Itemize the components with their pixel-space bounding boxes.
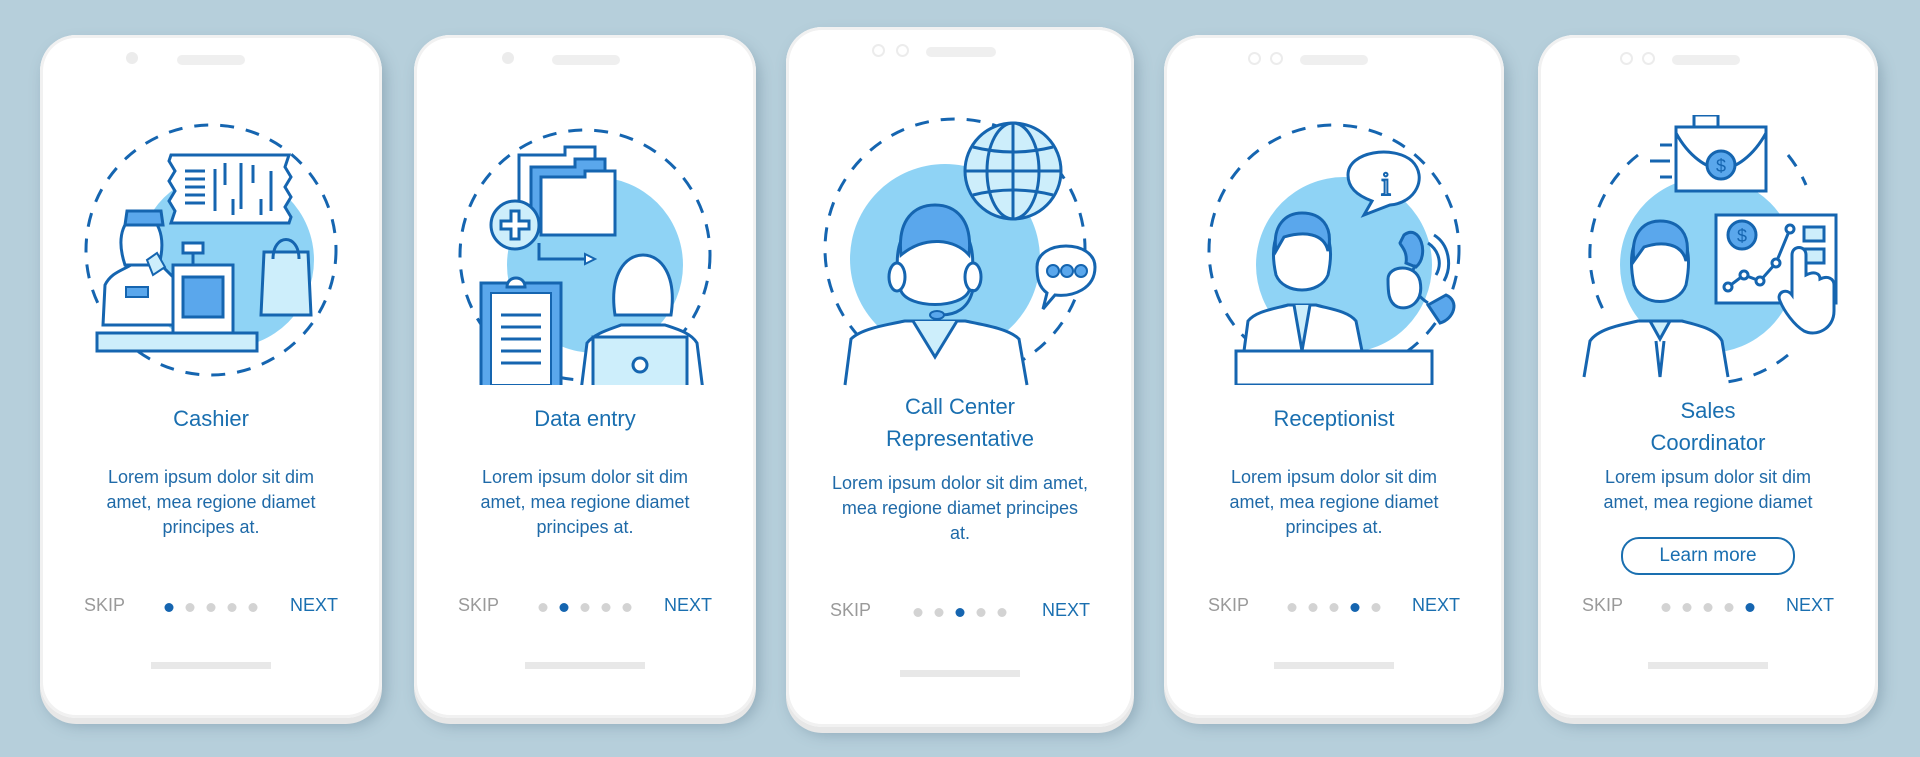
cashier-illustration <box>40 115 382 385</box>
screen-description: Lorem ipsum dolor sit dim amet, mea regi… <box>1229 467 1439 537</box>
page-dot-3[interactable] <box>1703 603 1713 612</box>
skip-button[interactable]: SKIP <box>84 595 125 616</box>
camera-ring <box>1620 52 1633 65</box>
page-dot-2[interactable] <box>559 603 569 612</box>
home-indicator <box>900 670 1020 677</box>
page-indicator <box>538 603 632 612</box>
screen-title: Cashier <box>173 406 249 431</box>
page-dot-5[interactable] <box>1371 603 1381 612</box>
sensor-ring <box>1642 52 1655 65</box>
screen-title: Sales Coordinator <box>1650 398 1766 455</box>
phone-screen-cashier: Cashier Lorem ipsum dolor sit dim amet, … <box>40 35 382 718</box>
svg-text:$: $ <box>1737 226 1747 246</box>
home-indicator <box>1648 662 1768 669</box>
page-indicator <box>164 603 258 612</box>
data-entry-illustration <box>414 115 756 385</box>
phone-screen-call-center: Call Center Representative Lorem ipsum d… <box>786 27 1134 727</box>
data-entry-icon <box>458 128 712 385</box>
page-dot-2[interactable] <box>185 603 195 612</box>
home-indicator <box>1274 662 1394 669</box>
screen-title: Data entry <box>534 406 636 431</box>
page-dot-4[interactable] <box>1350 603 1360 612</box>
skip-button[interactable]: SKIP <box>1208 595 1249 616</box>
speaker-notch <box>552 55 620 65</box>
page-dot-1[interactable] <box>1287 603 1297 612</box>
speaker-notch <box>1300 55 1368 65</box>
next-button[interactable]: NEXT <box>1412 595 1460 616</box>
camera-ring <box>872 44 885 57</box>
phone-screen-sales-coordinator: $ $ Sales Coordinator Lorem ipsum dolor … <box>1538 35 1878 718</box>
receptionist-icon: i <box>1207 123 1461 385</box>
camera-dot <box>126 52 138 64</box>
screen-title: Call Center Representative <box>886 394 1034 451</box>
sensor-ring <box>1270 52 1283 65</box>
screen-description: Lorem ipsum dolor sit dim amet, mea regi… <box>1603 467 1813 512</box>
page-dot-5[interactable] <box>1745 603 1755 612</box>
page-dot-5[interactable] <box>248 603 258 612</box>
camera-ring <box>1248 52 1261 65</box>
screen-description: Lorem ipsum dolor sit dim amet, mea regi… <box>106 467 316 537</box>
svg-text:i: i <box>1381 166 1390 203</box>
screen-description: Lorem ipsum dolor sit dim amet, mea regi… <box>831 473 1089 543</box>
call-center-illustration <box>786 99 1134 389</box>
svg-text:$: $ <box>1716 156 1726 176</box>
next-button[interactable]: NEXT <box>1786 595 1834 616</box>
onboarding-nav: SKIP NEXT <box>1538 595 1878 621</box>
skip-button[interactable]: SKIP <box>458 595 499 616</box>
page-dot-1[interactable] <box>164 603 174 612</box>
speaker-notch <box>926 47 996 57</box>
camera-dot <box>502 52 514 64</box>
onboarding-nav: SKIP NEXT <box>786 600 1134 626</box>
page-indicator <box>913 608 1007 617</box>
page-dot-4[interactable] <box>1724 603 1734 612</box>
page-dot-5[interactable] <box>622 603 632 612</box>
page-dot-3[interactable] <box>1329 603 1339 612</box>
page-dot-1[interactable] <box>1661 603 1671 612</box>
skip-button[interactable]: SKIP <box>1582 595 1623 616</box>
learn-more-button[interactable]: Learn more <box>1621 537 1795 575</box>
sales-coordinator-icon: $ $ <box>1582 115 1838 385</box>
page-indicator <box>1661 603 1755 612</box>
page-dot-4[interactable] <box>227 603 237 612</box>
phone-screen-data-entry: Data entry Lorem ipsum dolor sit dim ame… <box>414 35 756 718</box>
page-dot-1[interactable] <box>913 608 923 617</box>
page-dot-1[interactable] <box>538 603 548 612</box>
sales-coordinator-illustration: $ $ <box>1538 115 1878 385</box>
phone-screen-receptionist: i Receptionist Lorem ipsum dolor sit dim… <box>1164 35 1504 718</box>
page-dot-3[interactable] <box>955 608 965 617</box>
page-dot-2[interactable] <box>934 608 944 617</box>
speaker-notch <box>177 55 245 65</box>
page-dot-2[interactable] <box>1308 603 1318 612</box>
onboarding-nav: SKIP NEXT <box>414 595 756 621</box>
speaker-notch <box>1672 55 1740 65</box>
next-button[interactable]: NEXT <box>290 595 338 616</box>
call-center-icon <box>823 117 1097 386</box>
home-indicator <box>525 662 645 669</box>
next-button[interactable]: NEXT <box>664 595 712 616</box>
page-dot-2[interactable] <box>1682 603 1692 612</box>
page-dot-4[interactable] <box>601 603 611 612</box>
home-indicator <box>151 662 271 669</box>
onboarding-nav: SKIP NEXT <box>1164 595 1504 621</box>
page-dot-4[interactable] <box>976 608 986 617</box>
cashier-icon <box>84 123 338 377</box>
onboarding-nav: SKIP NEXT <box>40 595 382 621</box>
page-dot-3[interactable] <box>580 603 590 612</box>
screen-title: Receptionist <box>1273 406 1395 431</box>
screen-description: Lorem ipsum dolor sit dim amet, mea regi… <box>480 467 690 537</box>
page-indicator <box>1287 603 1381 612</box>
page-dot-5[interactable] <box>997 608 1007 617</box>
next-button[interactable]: NEXT <box>1042 600 1090 621</box>
receptionist-illustration: i <box>1164 115 1504 385</box>
page-dot-3[interactable] <box>206 603 216 612</box>
sensor-ring <box>896 44 909 57</box>
skip-button[interactable]: SKIP <box>830 600 871 621</box>
